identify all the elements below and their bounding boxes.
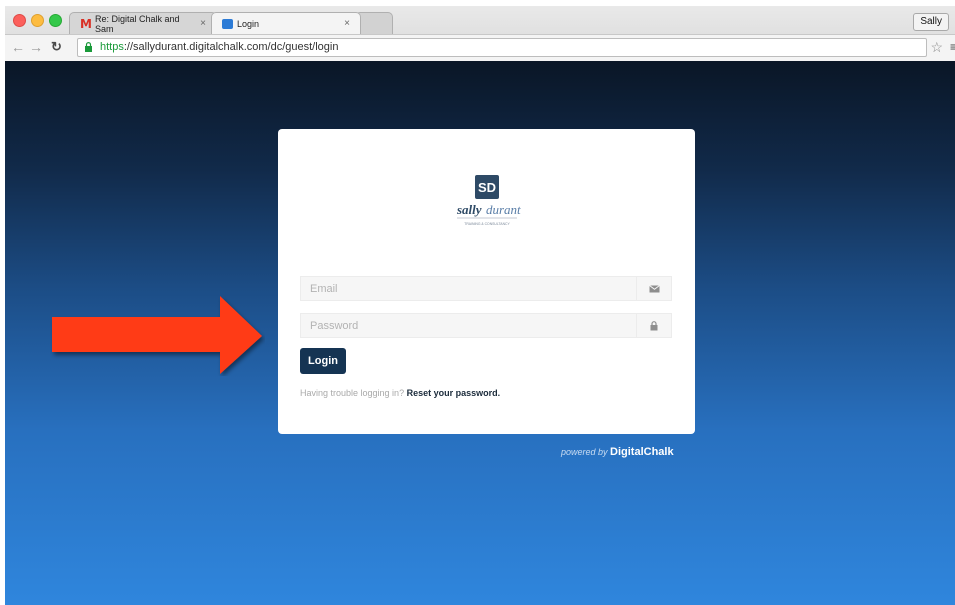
url-scheme: https xyxy=(100,41,124,53)
window-controls xyxy=(13,14,62,27)
powered-prefix: powered by xyxy=(561,447,611,457)
close-window-button[interactable] xyxy=(13,14,26,27)
password-field xyxy=(300,313,672,338)
url-path: ://sallydurant.digitalchalk.com/dc/guest… xyxy=(123,41,339,53)
page-background: SD sally durant TRAINING & CONSULTANCY L… xyxy=(5,61,955,605)
browser-chrome: M Re: Digital Chalk and Sam × Login × Sa… xyxy=(5,6,955,61)
powered-by: powered by DigitalChalk xyxy=(561,446,674,458)
menu-icon[interactable]: ≡ xyxy=(950,40,955,54)
annotation-arrow-icon xyxy=(52,296,262,374)
forward-icon[interactable]: → xyxy=(29,39,43,55)
login-help: Having trouble logging in? Reset your pa… xyxy=(300,388,500,398)
envelope-icon xyxy=(636,277,671,300)
tab-title: Login xyxy=(237,18,260,29)
digitalchalk-brand[interactable]: DigitalChalk xyxy=(610,446,674,458)
reload-icon[interactable]: ↻ xyxy=(51,39,62,55)
email-field xyxy=(300,276,672,301)
digitalchalk-favicon-icon xyxy=(222,18,233,29)
minimize-window-button[interactable] xyxy=(31,14,44,27)
svg-text:SD: SD xyxy=(478,180,496,195)
help-text: Having trouble logging in? xyxy=(300,388,407,398)
tab-strip: M Re: Digital Chalk and Sam × Login × Sa… xyxy=(5,6,955,34)
tab-gmail[interactable]: M Re: Digital Chalk and Sam × xyxy=(69,12,217,34)
tab-login[interactable]: Login × xyxy=(211,12,361,34)
svg-text:TRAINING & CONSULTANCY: TRAINING & CONSULTANCY xyxy=(464,222,510,226)
close-tab-icon[interactable]: × xyxy=(200,18,206,29)
svg-text:durant: durant xyxy=(486,202,521,217)
gmail-icon: M xyxy=(80,16,92,31)
zoom-window-button[interactable] xyxy=(49,14,62,27)
reset-password-link[interactable]: Reset your password. xyxy=(407,388,501,398)
browser-toolbar: ← → ↻ https://sallydurant.digitalchalk.c… xyxy=(5,34,955,61)
login-button[interactable]: Login xyxy=(300,348,346,374)
back-icon[interactable]: ← xyxy=(11,39,25,55)
sally-durant-logo: SD sally durant TRAINING & CONSULTANCY xyxy=(456,175,521,226)
bookmark-star-icon[interactable]: ☆ xyxy=(930,39,943,55)
padlock-icon xyxy=(636,314,671,337)
address-bar[interactable]: https://sallydurant.digitalchalk.com/dc/… xyxy=(77,38,927,57)
close-tab-icon[interactable]: × xyxy=(344,18,350,29)
lock-icon xyxy=(85,42,92,52)
svg-text:sally: sally xyxy=(456,202,482,217)
profile-button[interactable]: Sally xyxy=(913,13,949,31)
password-input[interactable] xyxy=(301,314,640,337)
login-card: SD sally durant TRAINING & CONSULTANCY L… xyxy=(278,129,695,434)
email-input[interactable] xyxy=(301,277,640,300)
tab-title: Re: Digital Chalk and Sam xyxy=(94,13,180,34)
